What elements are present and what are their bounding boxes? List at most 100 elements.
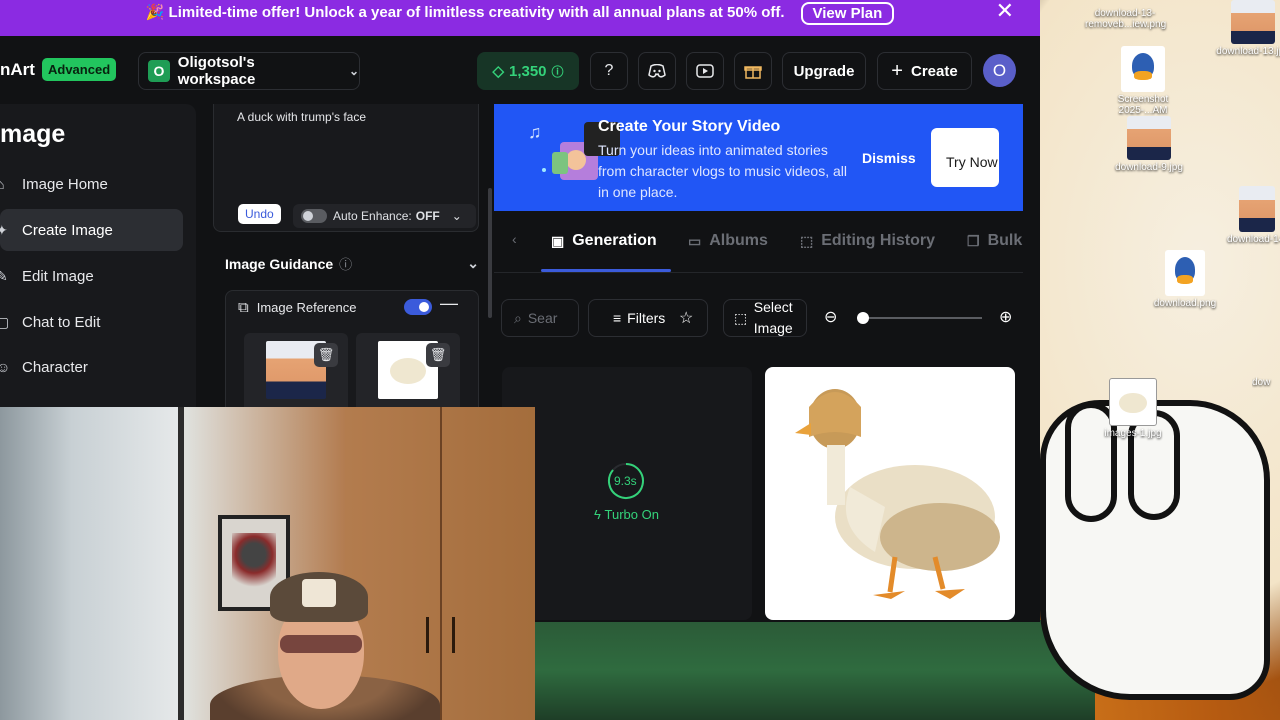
minus-icon[interactable]: — xyxy=(440,293,458,314)
file-thumbnail-icon xyxy=(1127,116,1171,160)
generated-duck-image xyxy=(795,389,1000,599)
svg-text:♫: ♫ xyxy=(528,122,542,142)
plus-icon: + xyxy=(891,59,903,82)
image-reference-toggle[interactable] xyxy=(404,299,432,315)
search-input[interactable]: ⌕ Sear xyxy=(501,299,579,337)
desktop-file[interactable]: download-9.jpg xyxy=(1104,116,1194,173)
auto-enhance-label: Auto Enhance: xyxy=(333,209,412,223)
folder-icon: ▭ xyxy=(688,232,702,249)
image-guidance-header[interactable]: Image Guidance ⓘ ⌄ xyxy=(225,254,479,273)
turbo-status: ϟ Turbo On xyxy=(594,507,659,522)
webcam-poster-art xyxy=(232,533,276,595)
sidebar-title: mage xyxy=(0,120,66,148)
sidebar-item-label: Edit Image xyxy=(22,267,94,285)
tab-bulk[interactable]: ❐ Bulk xyxy=(967,232,1022,250)
desktop-file[interactable]: images-1.jpg xyxy=(1088,378,1178,439)
chevron-left-icon[interactable]: ‹ xyxy=(512,231,517,247)
story-title: Create Your Story Video xyxy=(598,118,781,135)
bulk-icon: ❐ xyxy=(967,232,980,249)
wallpaper-green-band xyxy=(535,620,1095,720)
tab-editing-history[interactable]: ⬚ Editing History xyxy=(800,232,935,250)
webcam-window-frame xyxy=(178,407,184,720)
zoom-out-icon[interactable]: ⊖ xyxy=(824,307,837,327)
workspace-name: Oligotsol's workspace xyxy=(177,54,256,88)
sidebar-item-edit-image[interactable]: ✎ Edit Image xyxy=(0,255,183,297)
help-circle-icon: ⓘ xyxy=(551,64,564,79)
image-reference-icon: ⧉ xyxy=(238,299,249,316)
create-button[interactable]: + Create xyxy=(877,52,972,90)
try-now-button[interactable]: Try Now xyxy=(931,128,999,187)
desktop-file-label: download-14. xyxy=(1226,234,1280,245)
desktop-file[interactable]: Screenshot 2025-...AM xyxy=(1098,46,1188,116)
user-avatar[interactable]: O xyxy=(983,54,1016,87)
desktop-file[interactable]: dow xyxy=(1252,377,1280,388)
sidebar-item-character[interactable]: ☺ Character xyxy=(0,346,183,388)
workspace-selector[interactable]: O Oligotsol's workspace ⌄ xyxy=(138,52,360,90)
zoom-in-icon[interactable]: ⊕ xyxy=(999,307,1012,327)
promo-text: 🎉 Limited-time offer! Unlock a year of l… xyxy=(145,4,785,21)
zoom-slider[interactable] xyxy=(860,317,982,319)
dismiss-button[interactable]: Dismiss xyxy=(856,149,922,167)
story-subtitle: Turn your ideas into animated stories fr… xyxy=(598,142,847,200)
plan-badge: Advanced xyxy=(42,58,117,81)
filters-button[interactable]: ≡ Filters ☆ xyxy=(588,299,708,337)
progress-time: 9.3s xyxy=(614,474,637,488)
home-icon: ⌂ xyxy=(0,176,5,192)
tab-label: Generation xyxy=(572,232,657,249)
desktop-file[interactable]: download-13-removeb...iew.png xyxy=(1080,8,1170,30)
discord-icon xyxy=(648,64,666,78)
auto-enhance-toggle[interactable] xyxy=(301,209,327,223)
webcam-wardrobe-handle xyxy=(452,617,455,653)
active-tab-indicator xyxy=(541,269,671,272)
reference-image-2[interactable]: 🗑 xyxy=(356,333,460,413)
auto-enhance-state: OFF xyxy=(415,209,440,223)
sidebar-item-image-home[interactable]: ⌂ Image Home xyxy=(0,163,183,205)
brand-logo: nArt xyxy=(0,60,35,79)
select-icon: ⬚ xyxy=(734,309,748,326)
youtube-button[interactable] xyxy=(686,52,724,90)
trash-icon[interactable]: 🗑 xyxy=(314,343,338,367)
tab-albums[interactable]: ▭ Albums xyxy=(688,232,768,250)
tab-generation[interactable]: ▣ Generation xyxy=(551,232,657,250)
tab-label: Bulk xyxy=(987,232,1023,249)
undo-button[interactable]: Undo xyxy=(238,204,281,224)
auto-enhance-dropdown[interactable]: Auto Enhance: OFF ⌄ xyxy=(293,204,476,228)
question-icon: ? xyxy=(604,62,614,79)
webcam-wardrobe-handle xyxy=(426,617,429,653)
desktop-file[interactable]: download-13.jpg xyxy=(1208,0,1280,57)
zoom-slider-handle[interactable] xyxy=(857,312,869,324)
desktop-file-label: download.png xyxy=(1153,298,1217,309)
generated-image-card[interactable] xyxy=(765,367,1015,620)
sidebar-item-chat-to-edit[interactable]: ▢ Chat to Edit xyxy=(0,301,183,343)
select-image-button[interactable]: ⬚ Select Image xyxy=(723,299,807,337)
discord-button[interactable] xyxy=(638,52,676,90)
gift-icon xyxy=(744,66,762,79)
file-thumbnail-icon xyxy=(1109,378,1157,426)
sidebar-item-label: Chat to Edit xyxy=(22,313,101,331)
webcam-person-sunglasses xyxy=(280,635,362,653)
file-thumbnail-icon xyxy=(1231,0,1275,44)
gift-button[interactable] xyxy=(734,52,772,90)
youtube-icon xyxy=(696,64,714,78)
generating-card[interactable]: 9.3s ϟ Turbo On xyxy=(502,367,752,620)
help-button[interactable]: ? xyxy=(590,52,628,90)
reference-image-1[interactable]: 🗑 xyxy=(244,333,348,413)
prompt-input[interactable]: A duck with trump's face Undo Auto Enhan… xyxy=(213,104,479,232)
star-icon[interactable]: ☆ xyxy=(679,308,693,328)
diamond-icon: ◇ xyxy=(492,63,504,80)
panel-scrollbar[interactable] xyxy=(488,188,492,318)
desktop-file[interactable]: download-14. xyxy=(1212,186,1280,245)
file-thumbnail-icon xyxy=(1239,186,1275,232)
trash-icon[interactable]: 🗑 xyxy=(426,343,450,367)
select-image-label: Select Image xyxy=(753,299,793,336)
prompt-text[interactable]: A duck with trump's face xyxy=(237,110,366,124)
upgrade-button[interactable]: Upgrade xyxy=(782,52,866,90)
chevron-down-icon: ⌄ xyxy=(451,209,462,223)
credits-button[interactable]: ◇ 1,350 ⓘ xyxy=(477,52,579,90)
chevron-down-icon: ⌄ xyxy=(467,255,479,271)
close-icon[interactable]: ✕ xyxy=(996,0,1014,24)
create-label: Create xyxy=(910,62,958,80)
desktop-file[interactable]: download.png xyxy=(1140,250,1230,309)
sidebar-item-create-image[interactable]: ✦ Create Image xyxy=(0,209,183,251)
view-plan-button[interactable]: View Plan xyxy=(800,1,895,25)
